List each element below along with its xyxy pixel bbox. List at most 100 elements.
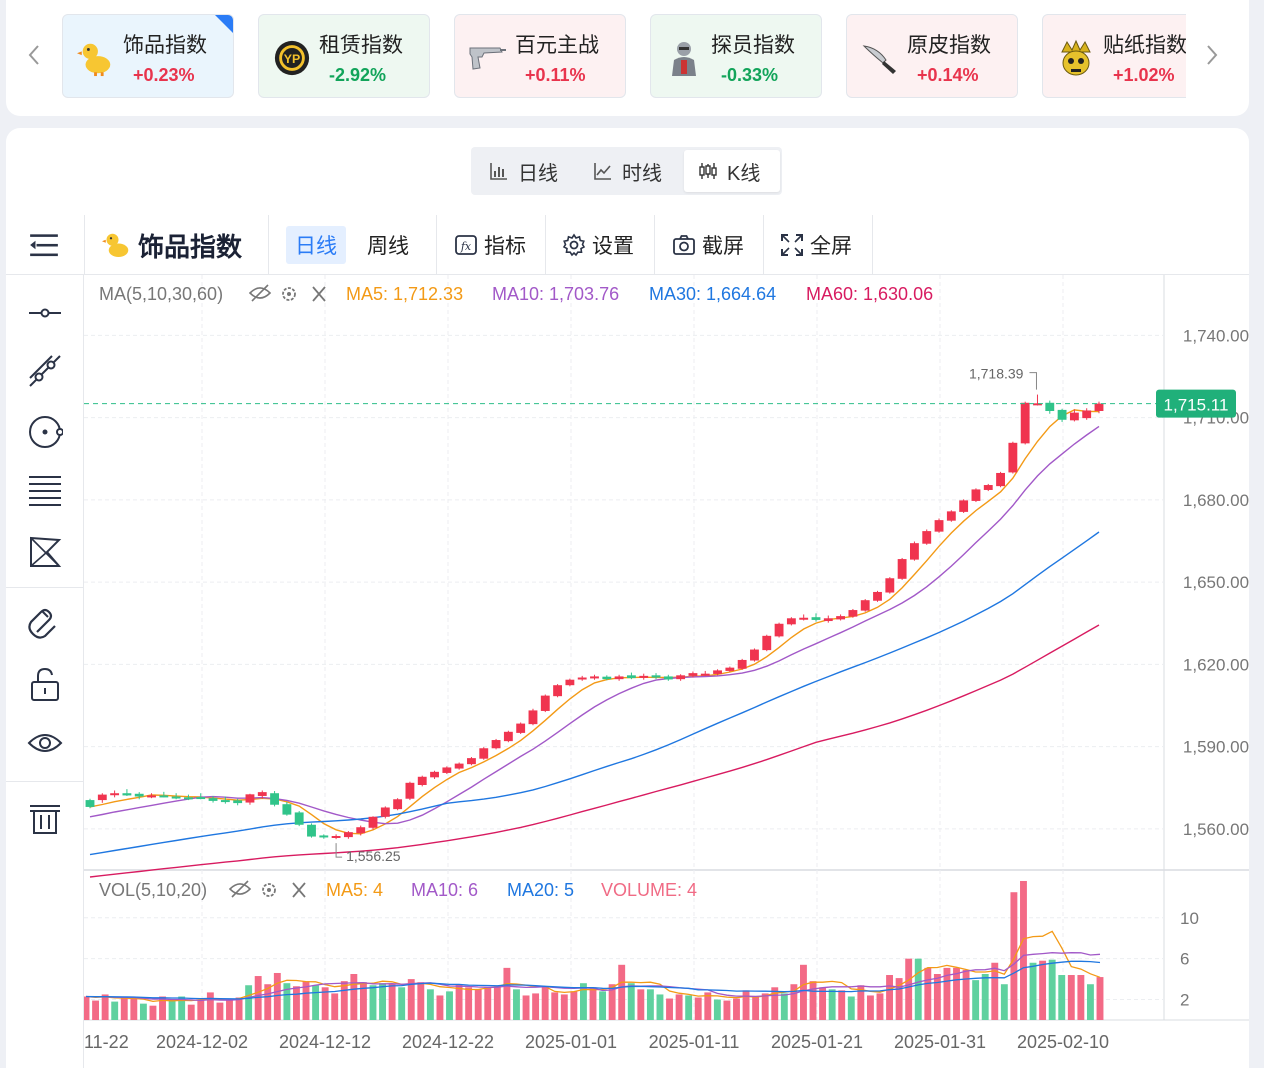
svg-text:YP: YP: [284, 52, 300, 66]
volume-bar: [694, 997, 702, 1020]
volume-bar: [704, 992, 712, 1020]
bar-chart-icon: [490, 163, 507, 180]
volume-bar: [809, 981, 817, 1020]
index-card-decor[interactable]: 饰品指数 +0.23%: [62, 14, 234, 98]
candle-body: [799, 617, 809, 620]
index-card-rifle[interactable]: 百元主战 +0.11%: [454, 14, 626, 98]
index-strip: 饰品指数 +0.23% YP 租赁指数 -2.92% 百元主战 +0.11% 探…: [6, 0, 1249, 116]
settings-label: 设置: [592, 235, 634, 258]
volume-tick-label: 6: [1180, 950, 1189, 969]
candle-body: [454, 763, 464, 769]
volume-bar: [800, 964, 807, 1020]
index-card-name: 探员指数: [711, 34, 795, 57]
candle-body: [380, 807, 390, 817]
close-icon: [312, 286, 326, 302]
fullscreen-button[interactable]: 全屏: [780, 226, 852, 264]
candle-body: [356, 827, 366, 834]
volume-bar: [876, 993, 884, 1020]
knife-icon: [859, 37, 901, 79]
index-card-change: +1.02%: [1113, 65, 1175, 85]
candle-body: [1094, 403, 1104, 411]
settings-button[interactable]: 设置: [562, 226, 634, 264]
horizontal-line-icon: [29, 308, 61, 318]
candle-body: [688, 673, 698, 676]
ma-line: [89, 531, 1100, 856]
legend-item: MA30: 1,664.64: [649, 284, 776, 304]
volume-bar: [379, 983, 386, 1020]
circle-tool[interactable]: [26, 413, 64, 451]
legend-item: MA10: 6: [411, 880, 478, 900]
tab-hourly[interactable]: 时线: [579, 150, 683, 192]
time-axis: 11-22 2024-12-02 2024-12-12 2024-12-22 2025-…: [84, 1032, 1109, 1052]
candle-body: [270, 793, 280, 805]
volume-bar: [1086, 984, 1094, 1020]
fibonacci-tool[interactable]: [26, 472, 64, 510]
index-card-sticker[interactable]: 贴纸指数 +1.02%: [1042, 14, 1186, 98]
volume-bar: [713, 999, 721, 1020]
candle-body: [368, 816, 378, 828]
volume-bar: [924, 967, 932, 1020]
volume-bar: [446, 991, 453, 1020]
magnet-tool[interactable]: [26, 605, 64, 643]
volume-bar: [981, 974, 989, 1020]
candle-body: [946, 511, 956, 521]
tab-daily[interactable]: 日线: [475, 150, 579, 192]
volume-bar: [350, 974, 358, 1020]
chevron-left-icon[interactable]: [24, 40, 44, 70]
candle-body: [651, 675, 661, 678]
volume-bar: [369, 985, 377, 1020]
unlock-icon: [31, 667, 59, 701]
volume-bar: [646, 989, 654, 1020]
volume-bar: [84, 996, 90, 1020]
chart-type-switch: 日线 时线 K线: [471, 147, 782, 195]
candle-body: [516, 723, 526, 733]
trend-line-icon: [29, 355, 61, 387]
chart-toolbar: 饰品指数 日线 周线 fx 指标 设置 截屏 全屏: [6, 215, 1249, 275]
candle-body: [430, 771, 439, 778]
screenshot-button[interactable]: 截屏: [672, 226, 744, 264]
volume-bar: [1039, 960, 1047, 1020]
pattern-tool[interactable]: [26, 533, 64, 571]
candle-body: [184, 797, 193, 800]
candle-body: [602, 676, 612, 680]
circle-icon: [29, 416, 63, 448]
index-card-knife[interactable]: 原皮指数 +0.14%: [846, 14, 1018, 98]
candlestick-icon: [699, 163, 717, 179]
candle-body: [97, 794, 107, 801]
period-weekly-button[interactable]: 周线: [358, 226, 418, 264]
period-daily-button[interactable]: 日线: [286, 226, 346, 264]
toolbar-divider: [654, 215, 655, 275]
lock-tool[interactable]: [26, 665, 64, 703]
indicator-button[interactable]: fx 指标: [454, 226, 526, 264]
volume-bar: [455, 984, 463, 1020]
menu-collapse-button[interactable]: [28, 226, 66, 264]
low-marker-pointer: [335, 843, 343, 858]
candle-body: [134, 793, 144, 797]
fullscreen-icon: [781, 234, 803, 256]
chevron-right-icon[interactable]: [1202, 40, 1222, 70]
kline-panel: 日线 时线 K线 饰品指数 日线 周线 fx 指标 设置 截屏 全屏 1,560…: [6, 128, 1249, 1068]
delete-tool[interactable]: [26, 800, 64, 838]
trend-line-tool[interactable]: [26, 352, 64, 390]
legend-item: MA10: 1,703.76: [492, 284, 619, 304]
time-tick-label: 2024-12-02: [156, 1032, 248, 1052]
candle-body: [405, 782, 415, 799]
horizontal-line-tool[interactable]: [26, 294, 64, 332]
volume-bar: [953, 967, 960, 1020]
candle-body: [122, 793, 132, 796]
fibonacci-icon: [29, 476, 61, 506]
tab-kline[interactable]: K线: [684, 150, 780, 192]
index-card-name: 百元主战: [515, 34, 599, 57]
index-card-rental[interactable]: YP 租赁指数 -2.92%: [258, 14, 430, 98]
index-card-change: +0.23%: [133, 65, 195, 85]
period-label: 周线: [367, 235, 409, 258]
candle-body: [590, 676, 599, 679]
volume-bar: [723, 1000, 731, 1020]
candle-body: [983, 485, 993, 490]
volume-bar: [493, 986, 501, 1020]
index-card-name: 贴纸指数: [1103, 34, 1186, 57]
kline-chart[interactable]: 1,560.00 1,590.00 1,620.00 1,650.00 1,680.00…: [84, 275, 1249, 1068]
visibility-tool[interactable]: [26, 724, 64, 762]
symbol-title[interactable]: 饰品指数: [102, 226, 242, 264]
index-card-agent[interactable]: 探员指数 -0.33%: [650, 14, 822, 98]
